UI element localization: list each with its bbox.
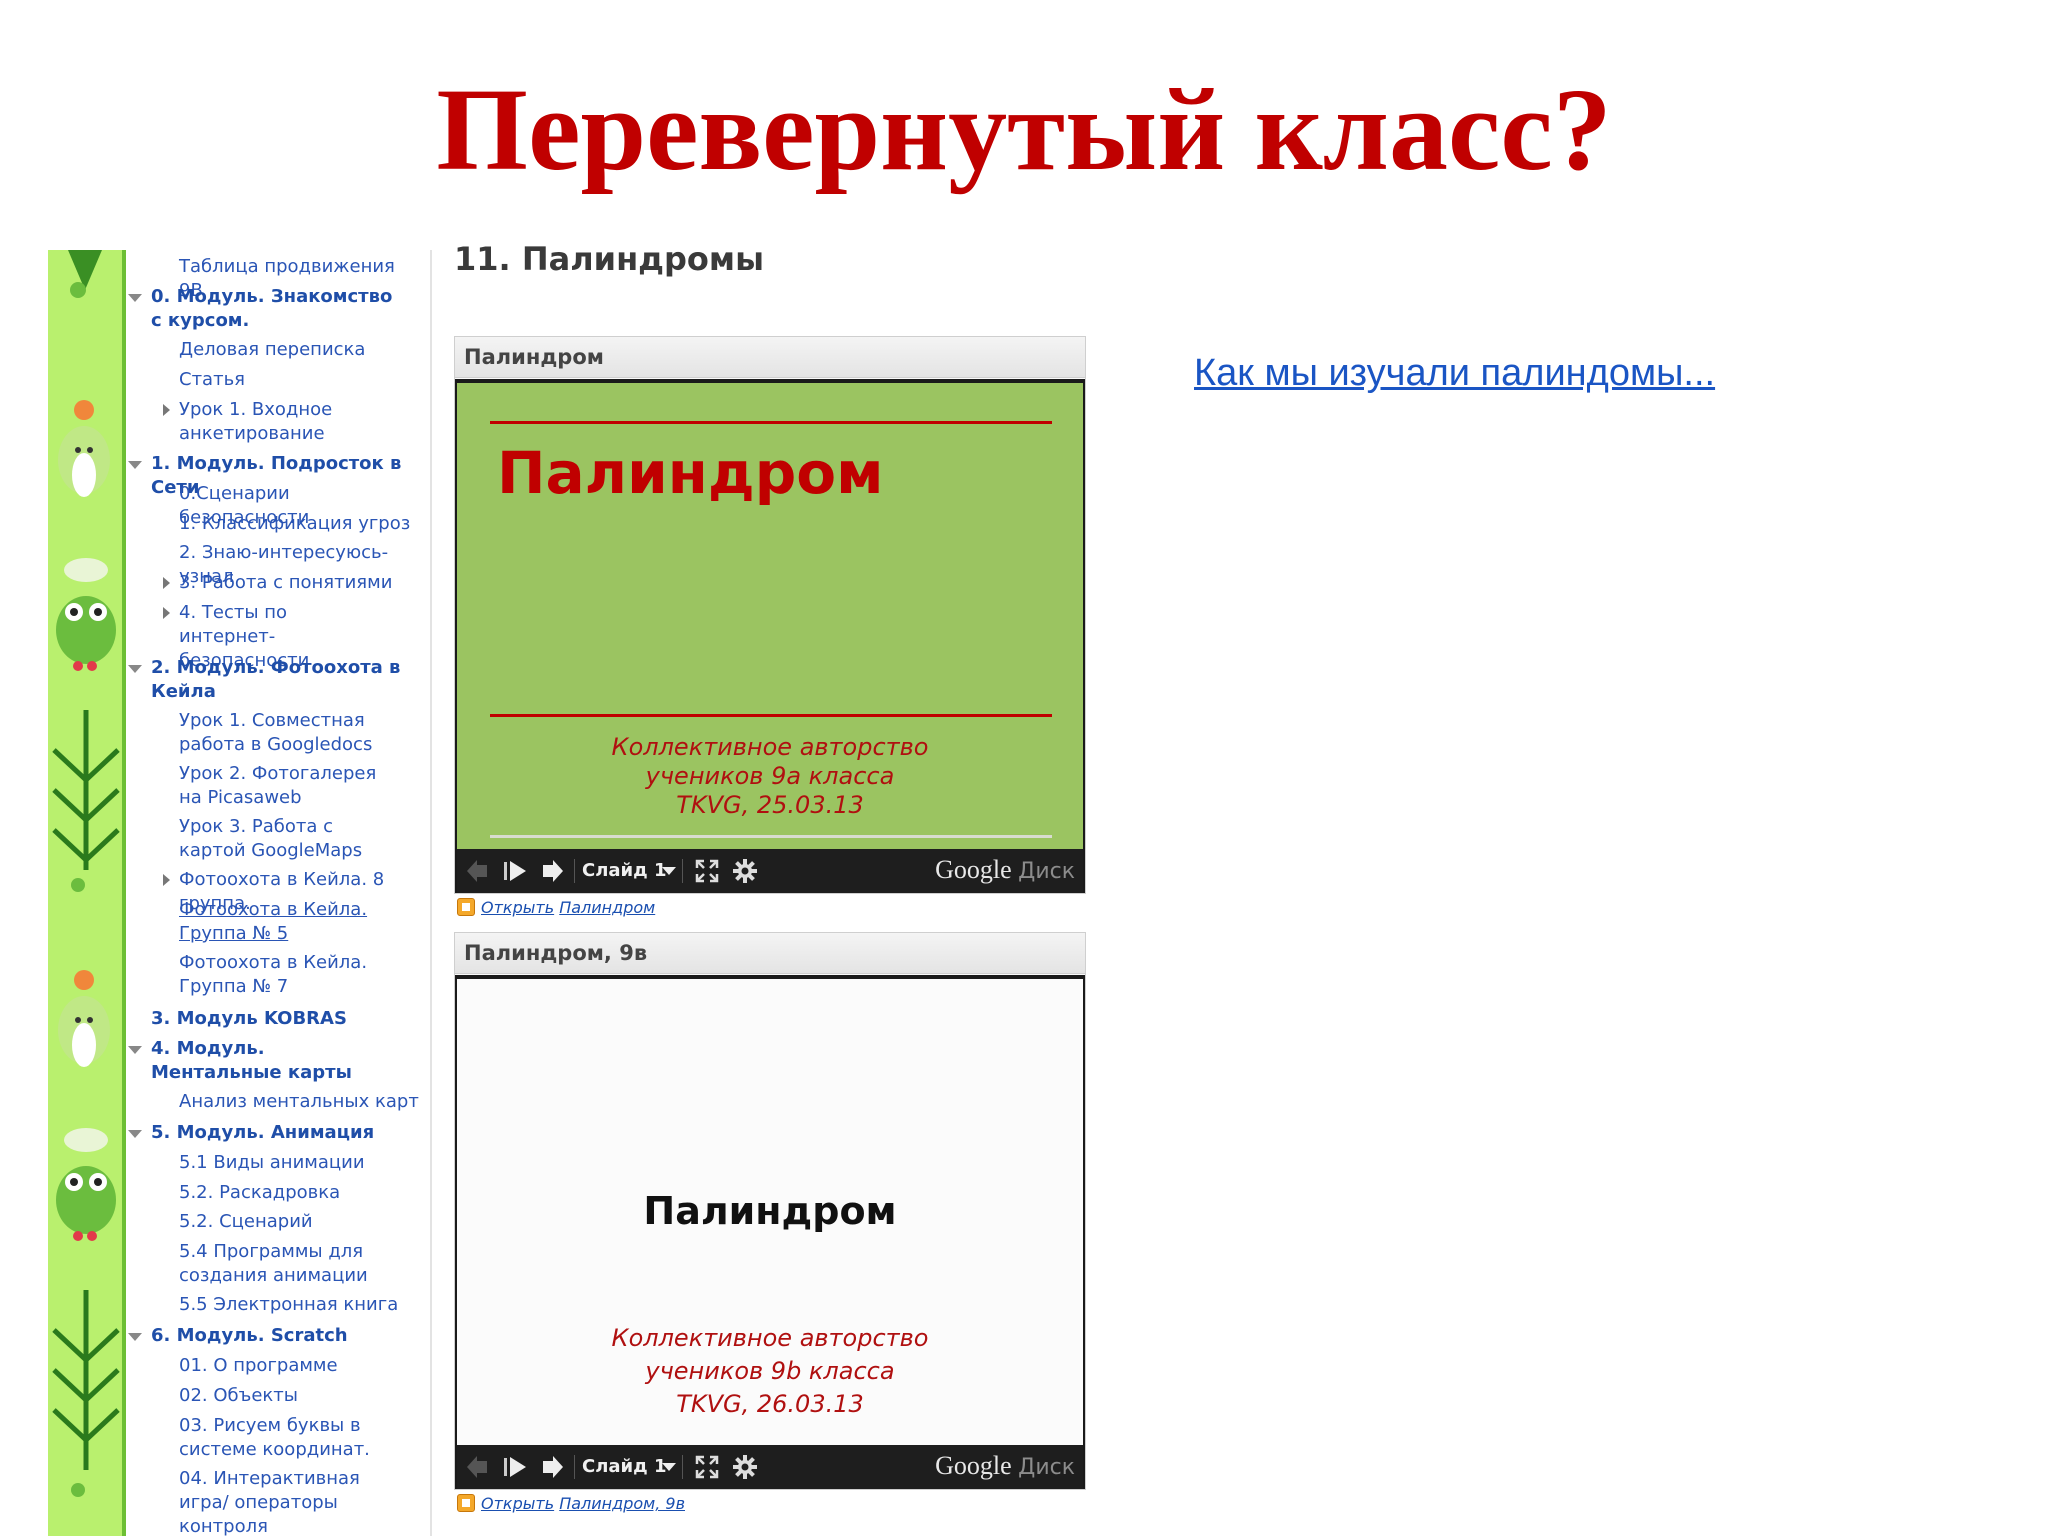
open-presentation-link[interactable]: Открыть Палиндром, 9в — [457, 1491, 685, 1517]
brand-suffix: Диск — [1018, 859, 1075, 884]
nav-item[interactable]: Фотоохота в Кейла. Группа № 7 — [179, 951, 419, 999]
expand-triangle-icon[interactable] — [163, 404, 170, 416]
slide-heading: Палиндром — [497, 439, 884, 507]
open-link-prefix[interactable]: Открыть — [481, 898, 554, 917]
toolbar-divider — [682, 859, 683, 883]
collapse-triangle-icon[interactable] — [128, 1130, 142, 1138]
collapse-triangle-icon[interactable] — [128, 1046, 142, 1054]
collapse-triangle-icon[interactable] — [128, 294, 142, 302]
nav-item[interactable]: 04. Интерактивная игра/ операторы контро… — [179, 1467, 404, 1539]
nav-module[interactable]: 0. Модуль. Знакомство с курсом. — [151, 285, 401, 333]
open-presentation-link[interactable]: Открыть Палиндром — [457, 895, 655, 921]
external-link[interactable]: Как мы изучали палиндомы... — [1194, 352, 1715, 395]
nav-module[interactable]: 6. Модуль. Scratch — [151, 1324, 401, 1348]
brand-name: Google — [935, 1451, 1012, 1480]
embedded-presentation: Палиндром, 9в Палиндром Коллективное авт… — [454, 932, 1086, 1513]
fullscreen-icon[interactable] — [695, 1455, 719, 1479]
nav-module[interactable]: 4. Модуль. Ментальные карты — [151, 1037, 401, 1085]
presentation-viewer[interactable]: Палиндром Коллективное авторство ученико… — [455, 975, 1085, 1489]
nav-item[interactable]: 5.4 Программы для создания анимации — [179, 1240, 431, 1288]
dropdown-icon[interactable] — [662, 1463, 676, 1471]
slide-caption-line: учеников 9а класса — [645, 762, 895, 790]
slide-caption-line: TKVG, 25.03.13 — [676, 791, 864, 819]
expand-triangle-icon[interactable] — [163, 607, 170, 619]
nav-item[interactable]: 5.2. Раскадровка — [179, 1181, 419, 1205]
slide-caption-line: TKVG, 26.03.13 — [676, 1390, 864, 1418]
nav-module[interactable]: 3. Модуль KOBRAS — [151, 1007, 401, 1031]
nav-item[interactable]: 5.5 Электронная книга — [179, 1293, 424, 1317]
owl-pattern-decoration — [52, 250, 120, 1497]
next-icon[interactable] — [539, 859, 565, 883]
open-link-prefix[interactable]: Открыть — [481, 1494, 554, 1513]
google-slides-icon — [457, 1494, 475, 1512]
decorative-border-strip — [48, 250, 126, 1536]
google-slides-icon — [457, 898, 475, 916]
slide-canvas[interactable]: Палиндром Коллективное авторство ученико… — [457, 979, 1083, 1445]
slide-heading: Палиндром — [643, 1189, 897, 1233]
collapse-triangle-icon[interactable] — [128, 461, 142, 469]
presentation-viewer[interactable]: Палиндром Коллективное авторство ученико… — [455, 379, 1085, 893]
section-title: 11. Палиндромы — [454, 240, 764, 278]
embed-header: Палиндром — [455, 337, 1085, 378]
gear-icon[interactable] — [733, 1455, 757, 1479]
slide-canvas[interactable]: Палиндром Коллективное авторство ученико… — [457, 383, 1083, 849]
embedded-presentation: Палиндром Палиндром Коллективное авторст… — [454, 336, 1086, 917]
slide-counter[interactable]: Слайд 1 — [582, 1456, 666, 1477]
toolbar-divider — [682, 1455, 683, 1479]
expand-triangle-icon[interactable] — [163, 874, 170, 886]
toolbar-divider — [574, 1455, 575, 1479]
slide-rule — [490, 421, 1052, 424]
collapse-triangle-icon[interactable] — [128, 1333, 142, 1341]
nav-item[interactable]: 02. Объекты — [179, 1384, 419, 1408]
nav-item[interactable]: Урок 2. Фотогалерея на Picasaweb — [179, 762, 399, 810]
gear-icon[interactable] — [733, 859, 757, 883]
embed-header: Палиндром, 9в — [455, 933, 1085, 974]
viewer-toolbar: Слайд 1 Google Диск — [457, 1445, 1083, 1489]
viewer-toolbar: Слайд 1 Google Диск — [457, 849, 1083, 893]
nav-item[interactable]: Урок 1. Совместная работа в Googledocs — [179, 709, 427, 757]
slide-title: Перевернутый класс? — [436, 64, 1612, 195]
play-icon[interactable] — [503, 1455, 527, 1479]
nav-module[interactable]: 2. Модуль. Фотоохота в Кейла — [151, 656, 401, 704]
expand-triangle-icon[interactable] — [163, 577, 170, 589]
nav-item[interactable]: Урок 3. Работа с картой GoogleMaps — [179, 815, 399, 863]
google-drive-logo: Google Диск — [935, 855, 1075, 885]
slide-caption-line: учеников 9b класса — [645, 1357, 895, 1385]
google-drive-logo: Google Диск — [935, 1451, 1075, 1481]
nav-item[interactable]: 03. Рисуем буквы в системе координат. — [179, 1414, 424, 1462]
slide-caption-line: Коллективное авторство — [611, 1324, 929, 1352]
slide-caption-line: Коллективное авторство — [611, 733, 929, 761]
play-icon[interactable] — [503, 859, 527, 883]
collapse-triangle-icon[interactable] — [128, 665, 142, 673]
nav-item[interactable]: 01. О программе — [179, 1354, 419, 1378]
prev-icon[interactable] — [465, 1455, 491, 1479]
nav-item[interactable]: Статья — [179, 368, 419, 392]
brand-suffix: Диск — [1018, 1455, 1075, 1480]
toolbar-divider — [574, 859, 575, 883]
nav-item-link[interactable]: Фотоохота в Кейла. Группа № 5 — [179, 898, 419, 946]
nav-item[interactable]: 1. Классификация угроз — [179, 512, 424, 536]
prev-icon[interactable] — [465, 859, 491, 883]
nav-item[interactable]: 5.2. Сценарий — [179, 1210, 419, 1234]
nav-item[interactable]: Урок 1. Входное анкетирование — [179, 398, 369, 446]
nav-item[interactable]: Анализ ментальных карт — [179, 1090, 424, 1114]
slide-counter[interactable]: Слайд 1 — [582, 860, 666, 881]
slide-rule — [490, 835, 1052, 838]
open-link-name[interactable]: Палиндром, 9в — [559, 1494, 685, 1513]
course-navigation: Таблица продвижения 9В 0. Модуль. Знаком… — [122, 250, 432, 1539]
fullscreen-icon[interactable] — [695, 859, 719, 883]
nav-item[interactable]: Деловая переписка — [179, 338, 419, 362]
open-link-name[interactable]: Палиндром — [559, 898, 655, 917]
dropdown-icon[interactable] — [662, 867, 676, 875]
next-icon[interactable] — [539, 1455, 565, 1479]
nav-item[interactable]: 3. Работа с понятиями — [179, 571, 429, 595]
slide-rule — [490, 714, 1052, 717]
nav-module[interactable]: 5. Модуль. Анимация — [151, 1121, 401, 1145]
brand-name: Google — [935, 855, 1012, 884]
nav-item[interactable]: 5.1 Виды анимации — [179, 1151, 419, 1175]
